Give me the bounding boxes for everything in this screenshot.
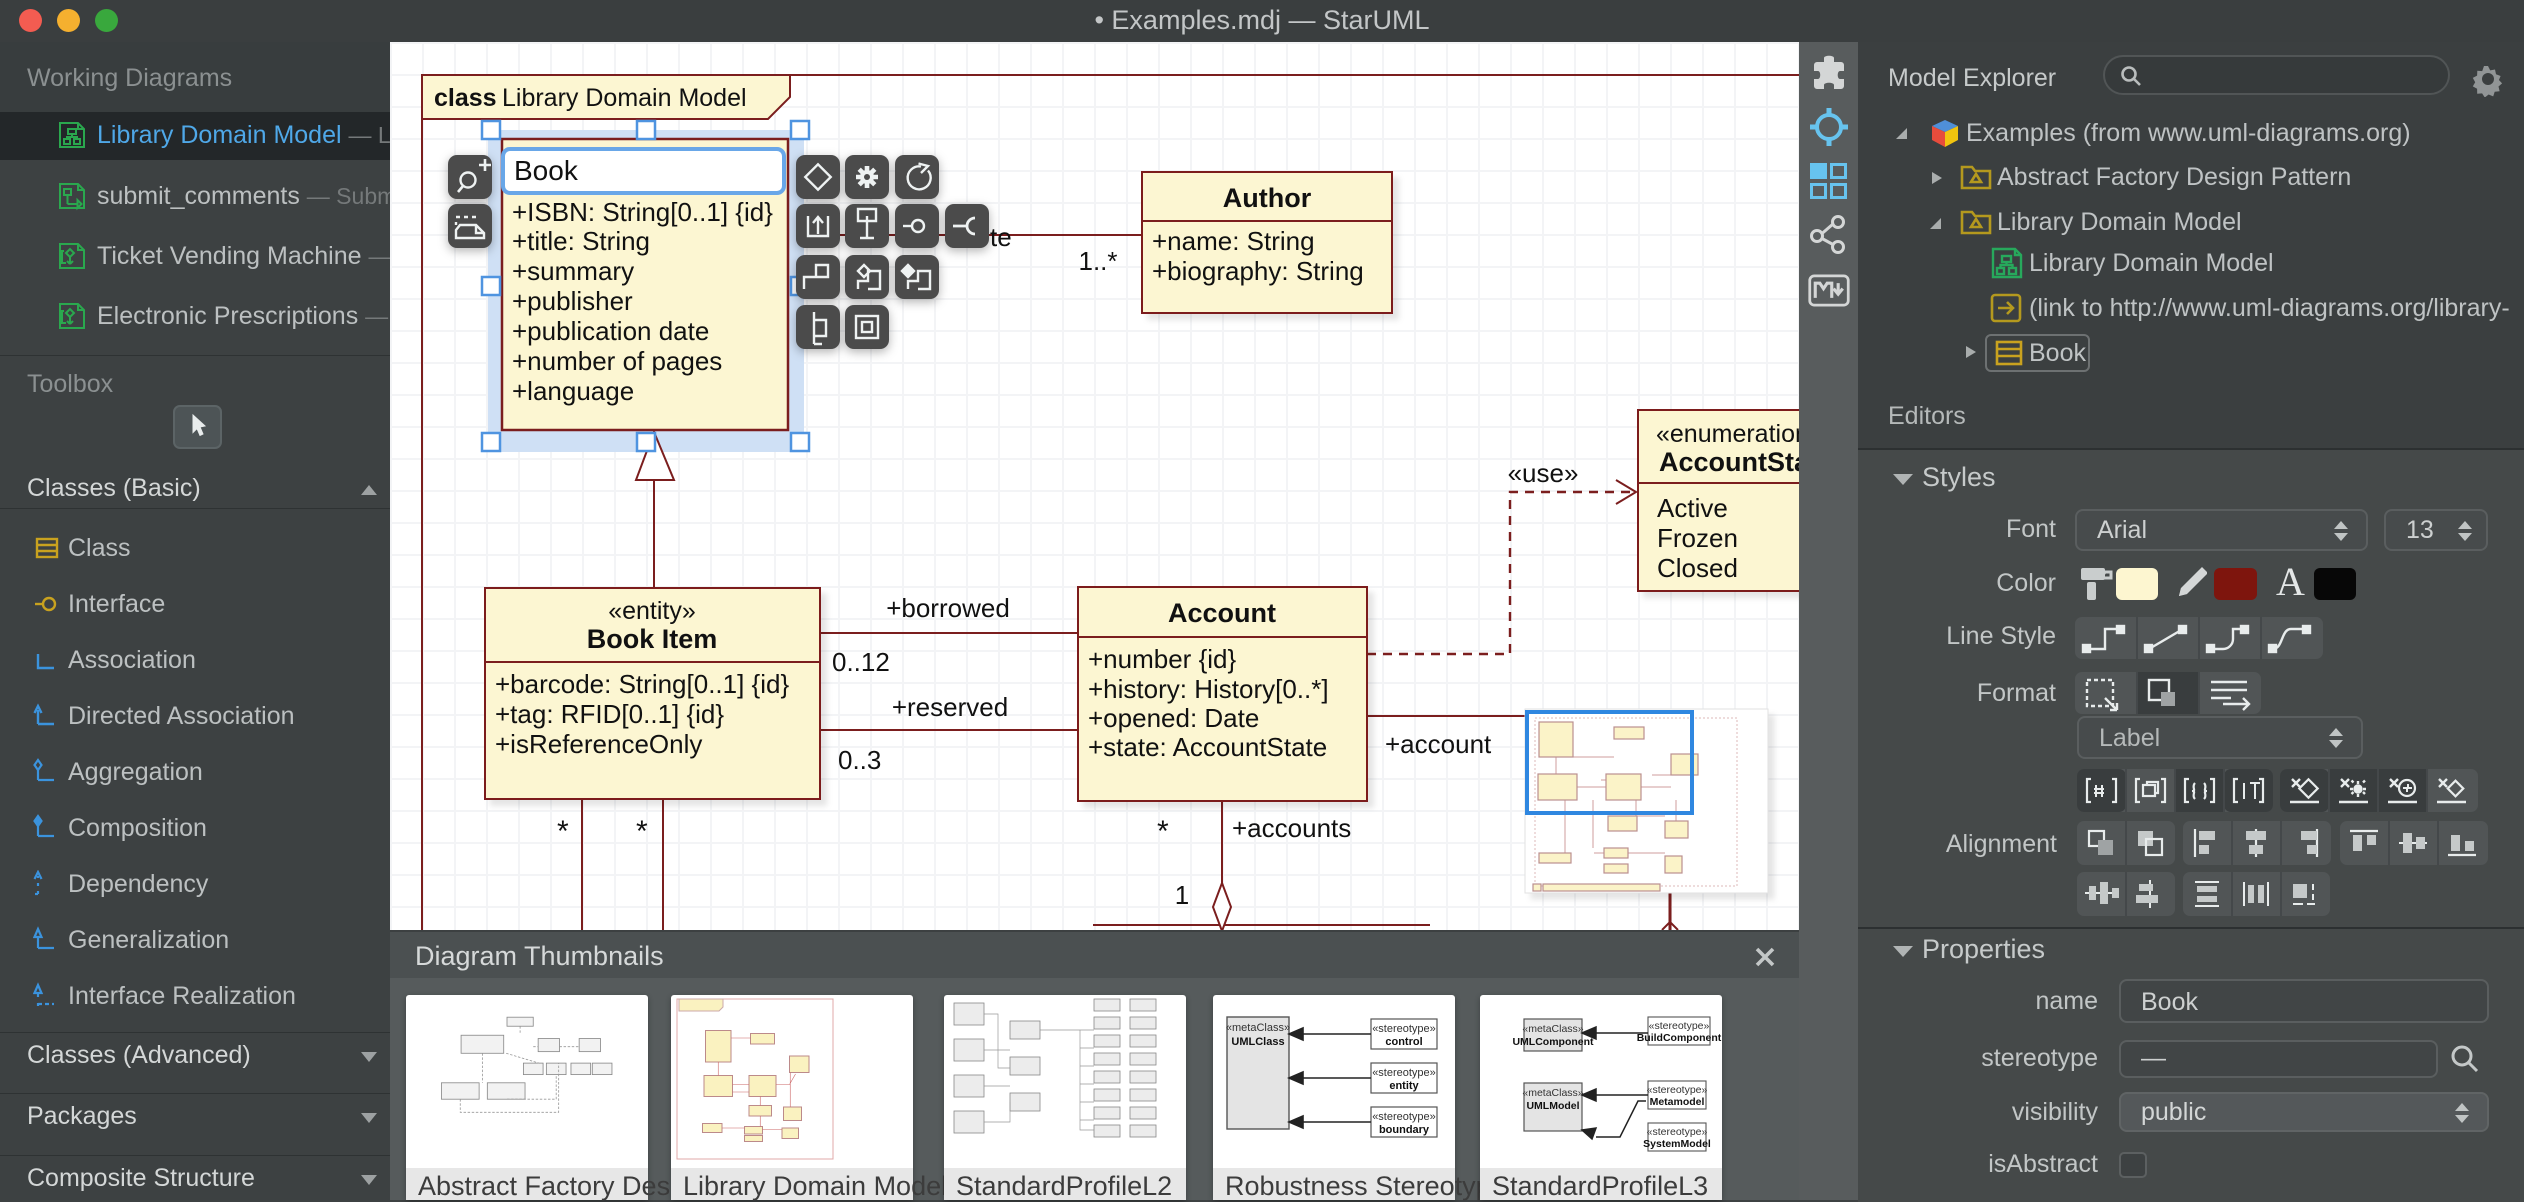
svg-text:boundary: boundary [1379, 1124, 1430, 1136]
svg-text:SystemModel: SystemModel [1643, 1138, 1711, 1150]
svg-text:«stereotype»: «stereotype» [1647, 1084, 1708, 1096]
svg-text:class: class [434, 84, 497, 112]
svg-text:«metaClass»: «metaClass» [1226, 1022, 1290, 1034]
svg-text:Book: Book [514, 155, 579, 186]
svg-text:Metamodel: Metamodel [1650, 1096, 1705, 1108]
svg-text:+account: +account [1385, 729, 1492, 759]
svg-text:+biography: String: +biography: String [1152, 256, 1364, 286]
svg-text:«use»: «use» [1508, 458, 1579, 488]
svg-text:BuildComponent: BuildComponent [1637, 1032, 1722, 1044]
svg-text:control: control [1385, 1036, 1422, 1048]
svg-text:«stereotype»: «stereotype» [1649, 1020, 1710, 1032]
svg-text:«stereotype»: «stereotype» [1647, 1126, 1708, 1138]
svg-text:Active: Active [1657, 493, 1728, 523]
svg-text:te: te [990, 222, 1012, 252]
svg-text:*: * [636, 815, 648, 848]
svg-text:0..12: 0..12 [832, 647, 890, 677]
svg-text:+reserved: +reserved [892, 692, 1008, 722]
svg-text:UMLComponent: UMLComponent [1512, 1036, 1594, 1048]
svg-text:Account: Account [1168, 598, 1276, 628]
svg-text:+summary: +summary [512, 256, 634, 286]
svg-text:Library Domain Model: Library Domain Model [502, 84, 747, 112]
svg-text:«entity»: «entity» [608, 597, 696, 625]
svg-text:«stereotype»: «stereotype» [1372, 1111, 1436, 1123]
svg-text:Author: Author [1223, 183, 1312, 213]
svg-text:*: * [1157, 815, 1169, 848]
svg-text:Frozen: Frozen [1657, 523, 1738, 553]
svg-text:+language: +language [512, 376, 634, 406]
svg-text:+barcode: String[0..1] {id}: +barcode: String[0..1] {id} [495, 669, 789, 699]
svg-text:Book Item: Book Item [587, 624, 718, 654]
svg-text:+opened: Date: +opened: Date [1088, 703, 1259, 733]
svg-text:AccountState: AccountState [1659, 447, 1799, 477]
svg-text:«enumeration»: «enumeration» [1656, 420, 1799, 448]
svg-text:+state: AccountState: +state: AccountState [1088, 732, 1327, 762]
svg-text:UMLClass: UMLClass [1231, 1036, 1284, 1048]
svg-text:«stereotype»: «stereotype» [1372, 1067, 1436, 1079]
svg-text:Closed: Closed [1657, 553, 1738, 583]
svg-text:1..*: 1..* [1078, 246, 1117, 276]
svg-text:+title: String: +title: String [512, 226, 650, 256]
svg-text:+history: History[0..*]: +history: History[0..*] [1088, 674, 1329, 704]
svg-text:UMLModel: UMLModel [1526, 1100, 1579, 1112]
svg-text:entity: entity [1389, 1080, 1419, 1092]
svg-text:«metaClass»: «metaClass» [1522, 1023, 1583, 1035]
svg-text:+publication date: +publication date [512, 316, 709, 346]
svg-text:+tag: RFID[0..1] {id}: +tag: RFID[0..1] {id} [495, 699, 724, 729]
svg-text:+borrowed: +borrowed [886, 593, 1010, 623]
svg-text:+ISBN: String[0..1] {id}: +ISBN: String[0..1] {id} [512, 197, 773, 227]
svg-text:1: 1 [1175, 880, 1189, 910]
svg-text:«metaClass»: «metaClass» [1522, 1087, 1583, 1099]
svg-text:+accounts: +accounts [1232, 813, 1351, 843]
svg-text:+isReferenceOnly: +isReferenceOnly [495, 729, 702, 759]
svg-text:*: * [557, 815, 569, 848]
svg-text:+number {id}: +number {id} [1088, 644, 1236, 674]
svg-text:+name: String: +name: String [1152, 226, 1315, 256]
svg-text:0..3: 0..3 [838, 745, 881, 775]
svg-text:+number of pages: +number of pages [512, 346, 722, 376]
svg-text:+publisher: +publisher [512, 286, 633, 316]
svg-text:«stereotype»: «stereotype» [1372, 1023, 1436, 1035]
